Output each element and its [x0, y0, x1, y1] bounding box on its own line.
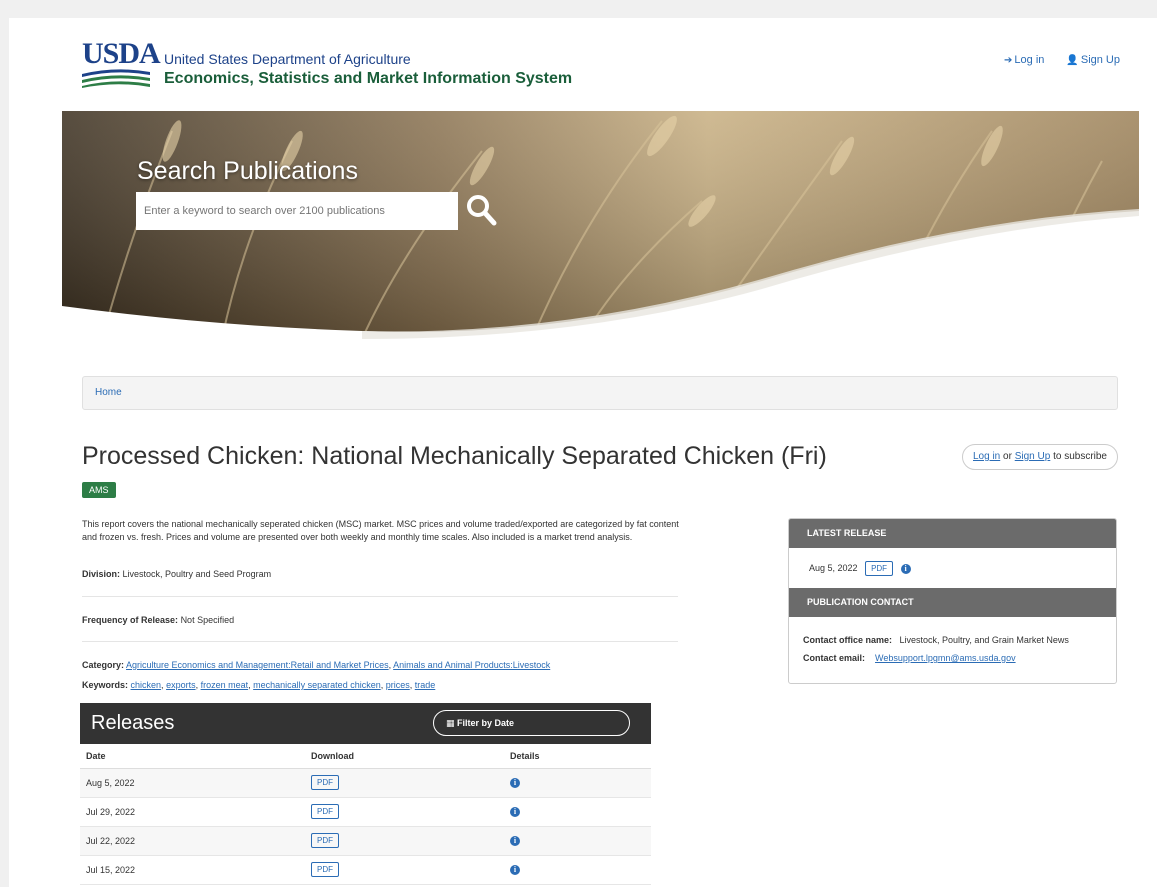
column-header-download: Download: [305, 744, 504, 769]
releases-header: Releases ▦ Filter by Date: [80, 703, 651, 744]
contact-office-value: Livestock, Poultry, and Grain Market New…: [899, 635, 1069, 645]
releases-title: Releases: [91, 712, 175, 734]
search-banner: Search Publications: [62, 111, 1139, 339]
info-icon[interactable]: i: [510, 865, 520, 875]
latest-release-row: Aug 5, 2022 PDF i: [789, 548, 1116, 588]
subscribe-login-link[interactable]: Log in: [973, 451, 1000, 462]
subscribe-signup-link[interactable]: Sign Up: [1015, 451, 1051, 462]
release-date: Aug 5, 2022: [80, 768, 305, 798]
page: USDA United States Department of Agricul…: [9, 18, 1157, 887]
usda-logo-waves-icon: [82, 69, 150, 88]
release-date: Jul 22, 2022: [80, 826, 305, 856]
table-row: Jul 15, 2022 PDF i: [80, 855, 651, 885]
column-header-date[interactable]: Date: [80, 744, 305, 769]
usda-logo-text: USDA: [82, 37, 161, 70]
latest-release-heading: LATEST RELEASE: [789, 519, 1116, 548]
keywords-label: Keywords:: [82, 680, 129, 690]
keywords-line: Keywords: chicken, exports, frozen meat,…: [82, 680, 436, 690]
publication-description: This report covers the national mechanic…: [82, 519, 679, 542]
pdf-download-button[interactable]: PDF: [311, 833, 339, 848]
calendar-icon: ▦: [446, 718, 455, 728]
agency-name: United States Department of Agriculture: [164, 51, 411, 67]
table-row: Aug 5, 2022 PDF i: [80, 768, 651, 798]
contact-office-label: Contact office name:: [803, 635, 893, 645]
column-header-details: Details: [504, 744, 651, 769]
frequency-label: Frequency of Release:: [82, 615, 179, 625]
contact-email-line: Contact email: Websupport.lpgmn@ams.usda…: [803, 649, 1116, 667]
pdf-download-button[interactable]: PDF: [311, 775, 339, 790]
system-name[interactable]: Economics, Statistics and Market Informa…: [164, 70, 572, 88]
login-icon: ➔: [1004, 55, 1013, 66]
category-label: Category:: [82, 660, 125, 670]
release-date: Jul 15, 2022: [80, 855, 305, 885]
search-input[interactable]: [136, 192, 458, 230]
frequency-line: Frequency of Release: Not Specified: [82, 615, 234, 625]
filter-label: Filter by Date: [457, 718, 515, 728]
agency-badge: AMS: [82, 482, 116, 498]
pdf-download-button[interactable]: PDF: [311, 862, 339, 877]
keyword-link[interactable]: prices: [386, 680, 410, 690]
contact-email-link[interactable]: Websupport.lpgmn@ams.usda.gov: [875, 653, 1016, 663]
signup-label: Sign Up: [1080, 54, 1120, 66]
keyword-link[interactable]: trade: [415, 680, 436, 690]
keyword-link[interactable]: frozen meat: [201, 680, 249, 690]
info-icon[interactable]: i: [510, 778, 520, 788]
latest-pdf-button[interactable]: PDF: [865, 561, 894, 576]
subscribe-or: or: [1003, 451, 1012, 462]
signup-link[interactable]: 👤 Sign Up: [1066, 54, 1120, 66]
contact-office-line: Contact office name: Livestock, Poultry,…: [803, 631, 1116, 649]
keyword-link[interactable]: mechanically separated chicken: [253, 680, 381, 690]
frequency-value: Not Specified: [180, 615, 235, 625]
info-icon[interactable]: i: [510, 807, 520, 817]
divider: [82, 596, 678, 597]
table-row: Jul 22, 2022 PDF i: [80, 826, 651, 856]
login-label: Log in: [1014, 54, 1045, 66]
contact-email-label: Contact email:: [803, 653, 866, 663]
division-value: Livestock, Poultry and Seed Program: [122, 569, 272, 579]
category-line: Category: Agriculture Economics and Mana…: [82, 660, 551, 670]
division-label: Division:: [82, 569, 121, 579]
site-header: USDA United States Department of Agricul…: [9, 18, 1157, 111]
search-icon[interactable]: [465, 193, 497, 227]
table-header-row: Date Download Details: [80, 744, 651, 769]
divider: [82, 641, 678, 642]
category-link[interactable]: Animals and Animal Products:Livestock: [393, 660, 550, 670]
pdf-download-button[interactable]: PDF: [311, 804, 339, 819]
usda-logo[interactable]: USDA: [82, 37, 161, 88]
contact-details: Contact office name: Livestock, Poultry,…: [789, 617, 1116, 667]
info-icon[interactable]: i: [510, 836, 520, 846]
info-icon[interactable]: i: [900, 564, 911, 574]
table-row: Jul 29, 2022 PDF i: [80, 797, 651, 827]
search-title: Search Publications: [137, 157, 358, 185]
login-link[interactable]: ➔ Log in: [1004, 54, 1044, 66]
category-link[interactable]: Agriculture Economics and Management:Ret…: [126, 660, 389, 670]
keyword-link[interactable]: chicken: [131, 680, 162, 690]
releases-table: Date Download Details Aug 5, 2022 PDF i …: [80, 744, 651, 885]
page-title: Processed Chicken: National Mechanically…: [82, 442, 827, 470]
publication-contact-heading: PUBLICATION CONTACT: [789, 588, 1116, 617]
latest-release-date: Aug 5, 2022: [809, 563, 858, 573]
release-date: Jul 29, 2022: [80, 797, 305, 827]
division-line: Division: Livestock, Poultry and Seed Pr…: [82, 569, 271, 579]
auth-links: ➔ Log in 👤 Sign Up: [1004, 54, 1120, 66]
signup-icon: 👤: [1066, 55, 1079, 66]
keyword-link[interactable]: exports: [166, 680, 196, 690]
subscribe-suffix: to subscribe: [1053, 451, 1107, 462]
release-info-panel: LATEST RELEASE Aug 5, 2022 PDF i PUBLICA…: [788, 518, 1117, 684]
breadcrumb: Home: [82, 376, 1118, 410]
subscribe-pill: Log in or Sign Up to subscribe: [962, 444, 1118, 470]
filter-by-date-button[interactable]: ▦ Filter by Date: [433, 710, 630, 736]
breadcrumb-home[interactable]: Home: [95, 387, 122, 398]
